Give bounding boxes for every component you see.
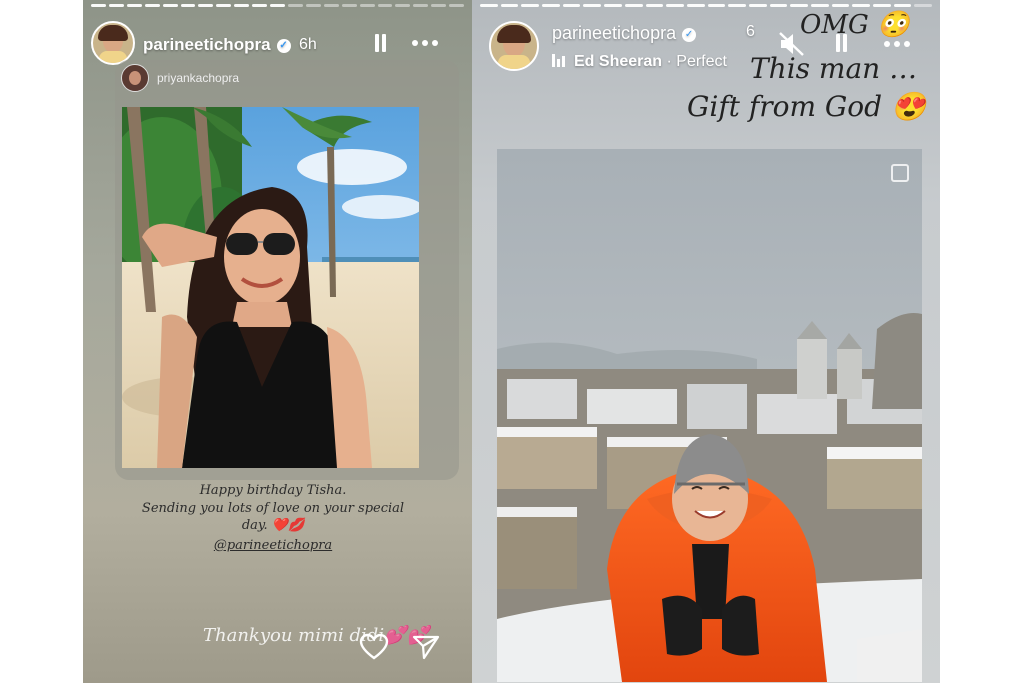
story-progress-bar bbox=[480, 4, 933, 7]
avatar[interactable] bbox=[91, 21, 135, 65]
reshare-caption-line: Happy birthday Tisha. bbox=[199, 483, 347, 498]
more-options-icon[interactable] bbox=[884, 40, 912, 48]
avatar[interactable] bbox=[489, 21, 539, 71]
music-bars-icon bbox=[552, 54, 566, 67]
story-username[interactable]: parineetichopra ✓ bbox=[143, 35, 291, 55]
music-sticker[interactable]: Ed Sheeran · Perfect bbox=[552, 53, 727, 71]
heart-icon[interactable] bbox=[359, 633, 389, 661]
mention-link[interactable]: @parineetichopra bbox=[123, 538, 423, 553]
story-progress-bar bbox=[91, 4, 465, 7]
snowy-city-photo bbox=[497, 149, 922, 682]
verified-badge-icon: ✓ bbox=[682, 28, 697, 42]
story-panel-left[interactable]: parineetichopra ✓ 6h priyankachopra Happ… bbox=[83, 0, 472, 683]
reshared-username[interactable]: priyankachopra bbox=[157, 71, 239, 85]
more-options-icon[interactable] bbox=[412, 39, 440, 47]
send-icon[interactable] bbox=[412, 634, 440, 660]
sticker-frame-icon bbox=[891, 164, 909, 182]
overlay-text-line: Gift from God 😍 bbox=[687, 90, 926, 123]
verified-badge-icon: ✓ bbox=[276, 39, 291, 53]
story-timestamp: 6h bbox=[299, 36, 317, 53]
overlay-text-line: This man … bbox=[750, 52, 918, 85]
reply-overlay-text: Thankyou mimi didi💕💕 bbox=[203, 625, 429, 646]
reshared-avatar[interactable] bbox=[121, 64, 149, 92]
reshare-caption-line: Sending you lots of love on your special bbox=[141, 501, 405, 516]
pause-icon[interactable] bbox=[373, 34, 387, 52]
beach-selfie-photo bbox=[122, 107, 419, 468]
story-username[interactable]: parineetichopra ✓ bbox=[552, 23, 697, 44]
story-timestamp: 6 bbox=[746, 23, 755, 40]
overlay-text-line: OMG 😳 bbox=[800, 10, 910, 40]
reshare-caption-line: day. ❤️💋 bbox=[241, 518, 305, 533]
